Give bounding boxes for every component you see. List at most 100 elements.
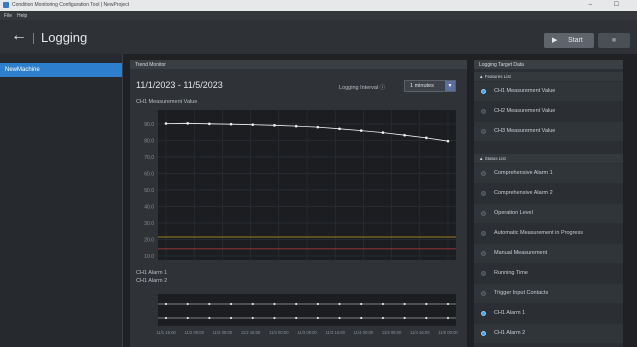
menu-file[interactable]: File	[4, 13, 12, 19]
data-point	[316, 302, 319, 306]
data-point	[446, 316, 450, 320]
sidebar-item-label: NewMachine	[5, 67, 40, 73]
plot-area	[158, 294, 456, 326]
window-titlebar: Condition Monitoring Configuration Tool …	[0, 0, 637, 11]
logging-interval-label: Logging Interval ⓘ	[339, 85, 386, 91]
checkbox-icon[interactable]	[481, 271, 486, 276]
chevron-down-icon[interactable]: ▼	[445, 81, 455, 91]
start-button[interactable]: ▶ Start	[544, 33, 594, 48]
section-features-label: ▲ Features List	[479, 74, 511, 79]
data-point	[186, 316, 189, 320]
x-tick-label: 11/5 00:00	[438, 330, 458, 335]
list-item-operation-level[interactable]: Operation Level	[474, 204, 623, 223]
data-point	[425, 136, 428, 140]
x-tick-label: 11/3 16:00	[325, 330, 345, 335]
x-tick-label: 11/4 00:00	[354, 330, 374, 335]
data-point	[273, 302, 276, 306]
date-range[interactable]: 11/1/2023 - 11/5/2023	[136, 80, 223, 90]
x-tick-label: 11/1 16:00	[156, 330, 176, 335]
section-features-list[interactable]: ▲ Features List	[474, 72, 623, 81]
back-arrow-icon[interactable]: ←	[11, 28, 27, 44]
list-item-label: CH2 Measurement Value	[494, 108, 556, 114]
data-point	[316, 125, 320, 129]
list-item-running-time[interactable]: Running Time	[474, 264, 623, 283]
list-item-trigger-input-contacts[interactable]: Trigger Input Contacts	[474, 284, 623, 303]
x-tick-label: 11/3 00:00	[269, 330, 289, 335]
data-point	[359, 129, 363, 132]
data-point	[273, 316, 276, 320]
data-point	[425, 302, 428, 306]
window-controls[interactable]: – ☐	[589, 1, 629, 8]
play-icon: ▶	[552, 37, 558, 44]
checkbox-icon[interactable]	[481, 311, 486, 316]
menu-help[interactable]: Help	[17, 13, 27, 19]
list-item-ch1-alarm-2[interactable]: CH1 Alarm 2	[474, 324, 623, 343]
list-item-manual-measurement[interactable]: Manual Measurement	[474, 244, 623, 263]
machine-sidebar: NewMachine	[0, 54, 123, 347]
data-point	[381, 302, 385, 306]
logging-target-panel: Logging Target Data ▲ Features List CH1 …	[474, 60, 623, 347]
data-point	[229, 302, 233, 306]
x-tick-label: 11/2 08:00	[213, 330, 233, 335]
measurement-value-chart: 90.0 80.0 70.0 60.0 50.0 40.0 30.0 20.0 10.0	[144, 110, 456, 260]
stop-icon: ■	[611, 37, 617, 44]
section-status-list[interactable]: ▲ Status List	[474, 154, 623, 163]
checkbox-icon[interactable]	[481, 231, 486, 236]
data-point	[381, 316, 385, 320]
logging-interval-select[interactable]: 1 minutes ▼	[404, 80, 456, 92]
data-point	[403, 302, 406, 306]
y-tick-label: 20.0	[144, 237, 154, 243]
list-item-ch1-alarm-1[interactable]: CH1 Alarm 1	[474, 304, 623, 323]
y-tick-label: 60.0	[144, 171, 154, 177]
list-item-ch2-measurement-value[interactable]: CH2 Measurement Value	[474, 102, 623, 121]
data-point	[446, 139, 450, 143]
list-item-ch1-measurement-value[interactable]: CH1 Measurement Value	[474, 82, 623, 101]
app-icon	[3, 2, 9, 8]
header-divider	[33, 33, 34, 44]
data-point	[425, 316, 428, 320]
data-point	[403, 316, 406, 320]
page-header: ← Logging ▶ Start ■	[0, 20, 637, 54]
list-item-automatic-measurement[interactable]: Automatic Measurement in Progress	[474, 224, 623, 243]
data-point	[338, 316, 341, 320]
checkbox-icon[interactable]	[481, 129, 486, 134]
chart2-label-alarm2: CH1 Alarm 2	[136, 278, 168, 284]
x-tick-label: 11/4 16:00	[410, 330, 430, 335]
checkbox-icon[interactable]	[481, 191, 486, 196]
list-item-comprehensive-alarm-1[interactable]: Comprehensive Alarm 1	[474, 164, 623, 183]
checkbox-icon[interactable]	[481, 251, 486, 256]
checkbox-icon[interactable]	[481, 331, 486, 336]
checkbox-icon[interactable]	[481, 109, 486, 114]
y-tick-label: 40.0	[144, 204, 154, 210]
x-tick-label: 11/2 16:00	[241, 330, 261, 335]
x-tick-label: 11/2 00:00	[184, 330, 204, 335]
data-point	[338, 127, 341, 131]
list-item-label: Automatic Measurement in Progress	[494, 230, 583, 236]
logging-target-header: Logging Target Data	[474, 60, 623, 69]
logging-target-title: Logging Target Data	[479, 62, 524, 68]
menu-bar: File Help	[0, 11, 637, 20]
checkbox-icon[interactable]	[481, 291, 486, 296]
list-item-comprehensive-alarm-2[interactable]: Comprehensive Alarm 2	[474, 184, 623, 203]
data-point	[164, 122, 168, 125]
alarm-status-chart: 11/1 16:00 11/2 00:00 11/2 08:00 11/2 16:00…	[156, 294, 458, 335]
data-point	[360, 302, 363, 306]
chart2-label-alarm1: CH1 Alarm 1	[136, 270, 168, 276]
data-point	[208, 302, 211, 306]
sidebar-item-newmachine[interactable]: NewMachine	[0, 63, 122, 77]
data-point	[208, 122, 211, 126]
checkbox-icon[interactable]	[481, 211, 486, 216]
stop-button[interactable]: ■	[598, 33, 630, 48]
data-point	[273, 124, 276, 127]
data-point	[229, 316, 233, 320]
data-point	[251, 302, 254, 306]
list-item-label: Operation Level	[494, 210, 533, 216]
checkbox-icon[interactable]	[481, 89, 486, 94]
data-point	[295, 302, 298, 306]
list-item-label: Comprehensive Alarm 2	[494, 190, 553, 196]
checkbox-icon[interactable]	[481, 171, 486, 176]
x-tick-label: 11/3 08:00	[297, 330, 317, 335]
data-point	[186, 122, 189, 125]
list-item-ch3-measurement-value[interactable]: CH3 Measurement Value	[474, 122, 623, 141]
data-point	[251, 316, 254, 320]
